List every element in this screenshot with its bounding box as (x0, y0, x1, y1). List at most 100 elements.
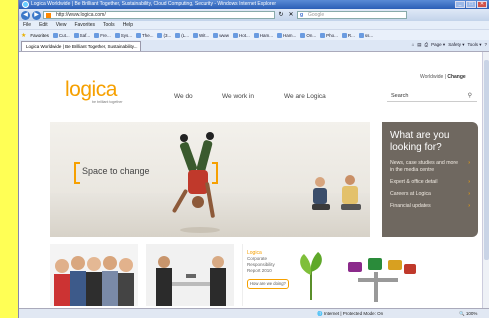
browser-search-placeholder: Google (308, 12, 325, 18)
favorite-link[interactable]: R... (341, 32, 355, 38)
favorite-link[interactable]: Hot... (233, 32, 250, 38)
favorite-page-icon (213, 32, 219, 38)
window-controls: _ □ ✕ (455, 1, 487, 8)
menu-favorites[interactable]: Favorites (74, 21, 95, 29)
favorite-link[interactable]: (L... (175, 32, 190, 38)
site-favicon-icon (46, 13, 51, 18)
panel-link-expert-office[interactable]: Expert & office detail › (390, 179, 470, 186)
favorite-link[interactable]: Fre... (94, 32, 111, 38)
panel-link-label: Expert & office detail (390, 179, 438, 185)
favorite-link-label: Fre... (100, 32, 111, 38)
favorite-link[interactable]: Cut... (52, 32, 70, 38)
favorite-link[interactable]: Ham... (253, 32, 273, 38)
forward-button[interactable]: ▶ (32, 10, 41, 20)
arrow-right-icon: › (468, 191, 470, 197)
favorite-page-icon (358, 32, 364, 38)
favorite-link[interactable]: The... (135, 32, 154, 38)
favorites-bar: ★ Favorites Cut... Saf... Fre... Sys... … (19, 29, 489, 40)
region-separator: | (444, 74, 446, 80)
favorite-link[interactable]: (3... (157, 32, 172, 38)
favorite-page-icon (73, 32, 79, 38)
favorites-label[interactable]: Favorites (30, 33, 49, 38)
logo-tagline: be brilliant together (92, 100, 123, 104)
browser-search-input[interactable]: g Google (297, 11, 407, 19)
search-icon[interactable]: ⚲ (468, 90, 472, 102)
how-are-we-doing-button[interactable]: How are we doing? (247, 279, 289, 289)
refresh-button[interactable]: ↻ (277, 11, 285, 19)
favorite-link[interactable]: On... (300, 32, 316, 38)
address-input[interactable]: http://www.logica.com/ (43, 11, 275, 19)
stop-button[interactable]: ✕ (287, 11, 295, 19)
tab-logica[interactable]: Logica Worldwide | Be Brilliant Together… (21, 41, 141, 51)
nav-we-are-logica[interactable]: We are Logica (284, 93, 326, 100)
favorites-star-icon[interactable]: ★ (21, 32, 26, 39)
zoom-level[interactable]: 🔍 100% (459, 309, 477, 318)
favorite-link-label: Pho... (326, 32, 338, 38)
arrow-right-icon: › (468, 179, 470, 185)
favorite-link[interactable]: Ham... (277, 32, 296, 38)
safety-menu[interactable]: Safety ▾ (448, 42, 464, 48)
change-region-link[interactable]: Change (447, 74, 465, 80)
maximize-button[interactable]: □ (466, 1, 476, 8)
title-bar: Logica Worldwide | Be Brilliant Together… (19, 0, 489, 9)
favorite-page-icon (300, 32, 306, 38)
favorite-page-icon (193, 32, 199, 38)
thumb-puzzle-graphic[interactable] (338, 244, 426, 306)
menu-help[interactable]: Help (123, 21, 133, 29)
favorite-link-label: Cut... (58, 32, 70, 38)
panel-link-financial[interactable]: Financial updates › (390, 203, 470, 210)
favorite-link-label: (3... (163, 32, 172, 38)
url-text: http://www.logica.com/ (56, 12, 106, 18)
ie-logo-icon (22, 1, 29, 8)
hero-banner[interactable]: Space to change (50, 122, 370, 237)
vertical-scrollbar[interactable] (482, 52, 489, 308)
tools-menu[interactable]: Tools ▾ (467, 42, 481, 48)
site-search-input[interactable]: Search ⚲ (387, 90, 477, 102)
feeds-icon[interactable]: ▤ (417, 42, 421, 48)
menu-view[interactable]: View (56, 21, 67, 29)
nav-we-work-in[interactable]: We work in (222, 93, 254, 100)
favorite-page-icon (52, 32, 58, 38)
window-title: Logica Worldwide | Be Brilliant Together… (31, 1, 277, 7)
favorite-link[interactable]: Pho... (320, 32, 338, 38)
handshake-photo-image (146, 244, 234, 306)
close-button[interactable]: ✕ (477, 1, 487, 8)
favorite-page-icon (320, 32, 326, 38)
print-icon[interactable]: ⎙ (425, 42, 429, 48)
nav-we-do[interactable]: We do (174, 93, 193, 100)
menu-edit[interactable]: Edit (39, 21, 48, 29)
favorite-link-label: (L... (181, 32, 190, 38)
favorite-link[interactable]: Sys... (114, 32, 132, 38)
panel-link-media-centre[interactable]: News, case studies and more in the media… (390, 160, 470, 174)
favorite-link-label: Sys... (120, 32, 132, 38)
favorite-link-label: R... (347, 32, 355, 38)
scrollbar-thumb[interactable] (484, 60, 489, 260)
browser-window: Logica Worldwide | Be Brilliant Together… (18, 0, 489, 318)
panel-link-label: Careers at Logica (390, 191, 431, 197)
arrow-right-icon: › (468, 203, 470, 209)
favorite-link[interactable]: Wit... (193, 32, 209, 38)
thumb-cr-report[interactable]: Logica Corporate Responsibility Report 2… (242, 244, 330, 306)
tab-label: Logica Worldwide | Be Brilliant Together… (26, 44, 138, 49)
favorite-link[interactable]: Saf... (73, 32, 90, 38)
help-icon[interactable]: ? (484, 42, 487, 48)
favorite-link-label: The... (141, 32, 154, 38)
minimize-button[interactable]: _ (455, 1, 465, 8)
thumb-handshake-photo[interactable] (146, 244, 234, 306)
panel-link-careers[interactable]: Careers at Logica › (390, 191, 470, 198)
back-button[interactable]: ◀ (21, 10, 30, 20)
favorite-link-label: www (219, 32, 230, 38)
security-zone-text: Internet | Protected Mode: On (323, 311, 384, 316)
page-menu[interactable]: Page ▾ (431, 42, 445, 48)
security-zone-status: 🌐 Internet | Protected Mode: On (317, 309, 383, 318)
logica-logo[interactable]: logica (65, 78, 117, 102)
favorite-link[interactable]: ss... (358, 32, 373, 38)
home-icon[interactable]: ⌂ (412, 42, 415, 48)
thumb-team-photo[interactable] (50, 244, 138, 306)
feature-thumbnails: Logica Corporate Responsibility Report 2… (50, 244, 478, 306)
favorite-link[interactable]: www (213, 32, 230, 38)
site-container: Worldwide | Change logica be brilliant t… (47, 52, 487, 308)
menu-tools[interactable]: Tools (103, 21, 115, 29)
menu-file[interactable]: File (23, 21, 31, 29)
panel-link-label: News, case studies and more in the media… (390, 160, 459, 173)
